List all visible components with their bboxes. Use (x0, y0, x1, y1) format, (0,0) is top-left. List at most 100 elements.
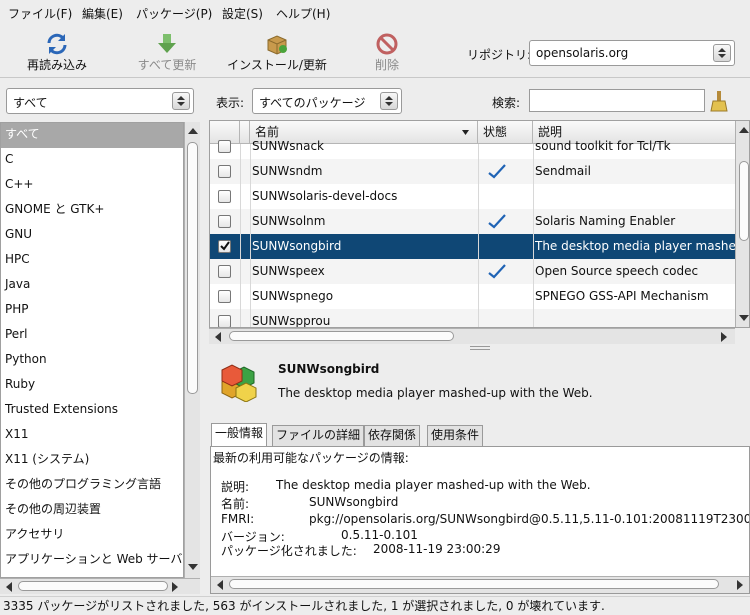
refresh-icon (47, 33, 67, 55)
reload-label: 再読み込み (26, 58, 87, 72)
scroll-up-arrow-icon[interactable] (186, 124, 200, 138)
category-item[interactable]: その他のプログラミング言語 (1, 473, 183, 498)
tab-dependencies[interactable]: 依存関係 (364, 425, 421, 446)
table-row[interactable]: SUNWspprou (210, 309, 735, 327)
remove-label: 削除 (374, 58, 399, 72)
menu-package[interactable]: パッケージ(P) (136, 5, 212, 22)
search-input[interactable] (529, 89, 705, 112)
row-checkbox[interactable] (218, 315, 231, 327)
info-panel-hscrollbar[interactable] (211, 576, 749, 593)
install-update-label: インストール/更新 (227, 58, 327, 72)
category-list-vscrollbar[interactable] (184, 122, 200, 578)
category-item[interactable]: Ruby (1, 373, 183, 398)
detail-title: SUNWsongbird (278, 362, 380, 376)
category-item[interactable]: アプリケーションと Web サーバー (1, 548, 183, 573)
scroll-right-arrow-icon[interactable] (168, 580, 182, 594)
package-table-scroll-thumb[interactable] (739, 161, 749, 241)
install-update-button[interactable]: インストール/更新 (220, 30, 334, 76)
table-row[interactable]: SUNWsolnm Solaris Naming Enabler (210, 209, 735, 234)
menu-file[interactable]: ファイル(F) (8, 5, 72, 22)
row-description: Open Source speech codec (535, 264, 699, 278)
show-filter-combo[interactable]: すべてのパッケージ (252, 88, 402, 114)
category-item[interactable]: その他の周辺装置 (1, 498, 183, 523)
scroll-right-arrow-icon[interactable] (733, 578, 747, 592)
remove-prohibited-icon (376, 33, 398, 55)
row-checkbox[interactable] (218, 240, 231, 253)
info-panel-hscroll-thumb[interactable] (229, 579, 719, 589)
row-status (488, 134, 528, 159)
package-cubes-icon (221, 364, 257, 402)
package-table-hscroll-thumb[interactable] (229, 331, 454, 341)
category-combo[interactable]: すべて (6, 88, 194, 114)
scroll-left-arrow-icon[interactable] (2, 580, 16, 594)
scroll-up-arrow-icon[interactable] (737, 123, 750, 137)
row-checkbox[interactable] (218, 290, 231, 303)
category-list-hscrollbar[interactable] (0, 578, 200, 594)
reload-button[interactable]: 再読み込み (18, 30, 96, 76)
scroll-right-arrow-icon[interactable] (717, 330, 731, 344)
row-package-name: SUNWsnack (252, 139, 324, 153)
table-row[interactable]: SUNWsndm Sendmail (210, 159, 735, 184)
installed-check-icon (488, 259, 528, 284)
row-checkbox[interactable] (218, 165, 231, 178)
category-list-hscroll-thumb[interactable] (18, 581, 168, 591)
repository-combo[interactable]: opensolaris.org (529, 40, 735, 66)
category-item[interactable]: Java (1, 273, 183, 298)
category-list-scroll-thumb[interactable] (187, 142, 198, 394)
category-item[interactable]: Perl (1, 323, 183, 348)
category-item[interactable]: GNU (1, 223, 183, 248)
category-item[interactable]: アクセサリ (1, 523, 183, 548)
scroll-left-arrow-icon[interactable] (211, 330, 225, 344)
category-item[interactable]: C++ (1, 173, 183, 198)
tab-general-info[interactable]: 一般情報 (211, 423, 268, 447)
category-item[interactable]: C (1, 148, 183, 173)
table-row[interactable]: SUNWsongbird The desktop media player mas… (210, 234, 735, 259)
table-row[interactable]: SUNWsnack sound toolkit for Tcl/Tk (210, 134, 735, 159)
package-table-vscrollbar[interactable] (735, 121, 750, 327)
row-package-name: SUNWsongbird (252, 239, 342, 253)
clear-broom-icon[interactable] (709, 90, 729, 112)
category-item[interactable]: Trusted Extensions (1, 398, 183, 423)
package-table-hscrollbar[interactable] (209, 328, 735, 344)
table-row[interactable]: SUNWspeex Open Source speech codec (210, 259, 735, 284)
show-label: 表示: (216, 96, 245, 110)
combo-arrow-icon (713, 44, 731, 62)
download-arrow-icon (158, 34, 176, 53)
menu-settings[interactable]: 設定(S) (222, 5, 263, 22)
row-checkbox[interactable] (218, 140, 231, 153)
toolbar: 再読み込み すべて更新 インストール/更新 削除 リポジトリ: opensola… (0, 26, 750, 78)
scroll-down-arrow-icon[interactable] (737, 311, 750, 325)
table-row[interactable]: SUNWsolaris-devel-docs (210, 184, 735, 209)
show-filter-value: すべてのパッケージ (259, 96, 366, 110)
row-description (535, 184, 735, 209)
row-checkbox[interactable] (218, 265, 231, 278)
menubar: ファイル(F) 編集(E) パッケージ(P) 設定(S) ヘルプ(H) (0, 0, 750, 26)
category-item[interactable]: PHP (1, 298, 183, 323)
detail-summary: The desktop media player mashed-up with … (278, 386, 593, 400)
column-divider (240, 144, 241, 327)
category-item[interactable]: すべて (1, 123, 183, 148)
row-status (488, 309, 528, 327)
menu-help[interactable]: ヘルプ(H) (276, 5, 330, 22)
tab-file-details[interactable]: ファイルの詳細 (272, 425, 365, 446)
row-checkbox[interactable] (218, 190, 231, 203)
update-all-button[interactable]: すべて更新 (130, 30, 204, 76)
row-checkbox[interactable] (218, 215, 231, 228)
category-item[interactable]: GNOME と GTK+ (1, 198, 183, 223)
tab-license[interactable]: 使用条件 (427, 425, 484, 446)
pane-splitter-handle[interactable] (470, 346, 490, 350)
category-item[interactable]: HPC (1, 248, 183, 273)
remove-button[interactable]: 削除 (360, 30, 414, 76)
row-description: sound toolkit for Tcl/Tk (535, 139, 671, 153)
category-item[interactable]: X11 (システム) (1, 448, 183, 473)
menu-edit[interactable]: 編集(E) (82, 5, 123, 22)
scroll-down-arrow-icon[interactable] (186, 560, 200, 574)
table-row[interactable]: SUNWspnego SPNEGO GSS-API Mechanism (210, 284, 735, 309)
info-packaged-value: 2008-11-19 23:00:29 (373, 542, 501, 556)
scroll-left-arrow-icon[interactable] (213, 578, 227, 592)
category-item[interactable]: X11 (1, 423, 183, 448)
info-version-value: 0.5.11-0.101 (341, 528, 418, 542)
row-description (535, 309, 735, 327)
installed-check-icon (488, 159, 528, 184)
category-item[interactable]: Python (1, 348, 183, 373)
